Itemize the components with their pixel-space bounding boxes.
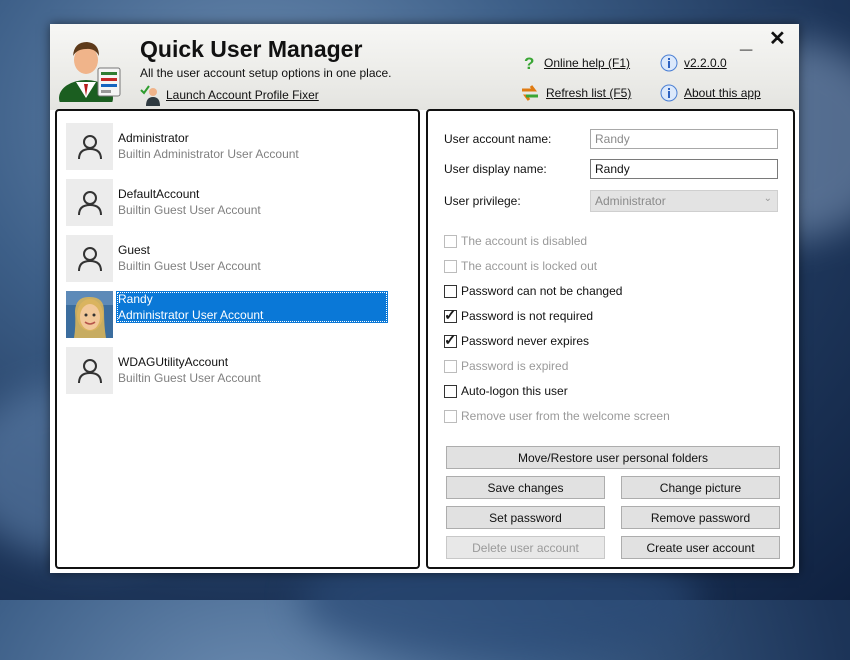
- chevron-down-icon: ⌄: [763, 193, 772, 204]
- online-help-label[interactable]: Online help (F1): [544, 56, 630, 70]
- avatar: [66, 347, 113, 394]
- user-name: Randy: [118, 292, 153, 306]
- user-list-item[interactable]: Administrator Builtin Administrator User…: [66, 123, 396, 173]
- user-outline-icon: [77, 358, 102, 383]
- launch-fixer-label[interactable]: Launch Account Profile Fixer: [166, 88, 319, 102]
- user-photo: [66, 291, 113, 338]
- checkbox-remove-from-welcome[interactable]: Remove user from the welcome screen: [444, 409, 670, 423]
- checkbox-auto-logon[interactable]: Auto-logon this user: [444, 384, 568, 398]
- change-picture-button[interactable]: Change picture: [621, 476, 780, 499]
- checkbox-label: Password is expired: [461, 359, 569, 373]
- app-window: Quick User Manager All the user account …: [50, 24, 799, 573]
- remove-password-button[interactable]: Remove password: [621, 506, 780, 529]
- svg-text:?: ?: [524, 54, 534, 72]
- close-button[interactable]: ✕: [769, 28, 786, 50]
- checkbox-box[interactable]: [444, 259, 457, 273]
- user-details-panel: User account name: User display name: Us…: [426, 109, 795, 569]
- checkbox-label: The account is disabled: [461, 234, 588, 248]
- minimize-button[interactable]: _: [740, 30, 752, 52]
- user-list-item[interactable]: WDAGUtilityAccount Builtin Guest User Ac…: [66, 347, 396, 397]
- profile-fixer-icon: [140, 85, 160, 106]
- user-name: WDAGUtilityAccount: [118, 355, 229, 369]
- app-logo-icon: [59, 42, 121, 102]
- user-description: Builtin Guest User Account: [118, 203, 261, 217]
- checkbox-label: The account is locked out: [461, 259, 598, 273]
- user-list-item[interactable]: DefaultAccount Builtin Guest User Accoun…: [66, 179, 396, 229]
- user-name: DefaultAccount: [118, 187, 200, 201]
- app-header: Quick User Manager All the user account …: [50, 24, 799, 110]
- launch-fixer-link[interactable]: Launch Account Profile Fixer: [140, 84, 319, 106]
- checkbox-box[interactable]: [444, 384, 457, 398]
- checkbox-box[interactable]: [444, 284, 457, 298]
- info-icon: [660, 84, 678, 102]
- avatar: [66, 235, 113, 282]
- checkbox-box[interactable]: [444, 234, 457, 248]
- refresh-list-label[interactable]: Refresh list (F5): [546, 86, 631, 100]
- app-title: Quick User Manager: [140, 36, 363, 62]
- checkmark-icon: ✓: [444, 306, 457, 324]
- user-description: Builtin Guest User Account: [118, 371, 261, 385]
- version-link[interactable]: v2.2.0.0: [660, 54, 727, 72]
- checkbox-box[interactable]: ✓: [444, 307, 457, 324]
- avatar: [66, 291, 113, 338]
- refresh-icon: [522, 85, 538, 101]
- privilege-label: User privilege:: [444, 194, 521, 208]
- user-outline-icon: [77, 190, 102, 215]
- user-description: Builtin Guest User Account: [118, 259, 261, 273]
- delete-user-button[interactable]: Delete user account: [446, 536, 605, 559]
- online-help-link[interactable]: ? Online help (F1): [522, 54, 630, 72]
- about-link[interactable]: About this app: [660, 84, 761, 102]
- checkbox-label: Password is not required: [461, 309, 594, 323]
- avatar: [66, 179, 113, 226]
- checkbox-password-cannot-change[interactable]: Password can not be changed: [444, 284, 622, 298]
- checkbox-box[interactable]: [444, 409, 457, 423]
- checkbox-label: Password can not be changed: [461, 284, 623, 298]
- checkbox-account-locked[interactable]: The account is locked out: [444, 259, 597, 273]
- account-name-label: User account name:: [444, 132, 552, 146]
- user-name: Administrator: [118, 131, 189, 145]
- privilege-value: Administrator: [595, 194, 666, 208]
- checkbox-password-not-required[interactable]: ✓ Password is not required: [444, 307, 594, 324]
- checkbox-label: Remove user from the welcome screen: [461, 409, 670, 423]
- checkmark-icon: ✓: [444, 331, 457, 349]
- user-outline-icon: [77, 134, 102, 159]
- save-changes-button[interactable]: Save changes: [446, 476, 605, 499]
- move-restore-folders-button[interactable]: Move/Restore user personal folders: [446, 446, 780, 469]
- version-label[interactable]: v2.2.0.0: [684, 56, 727, 70]
- user-description: Administrator User Account: [118, 308, 264, 322]
- refresh-list-link[interactable]: Refresh list (F5): [520, 84, 631, 102]
- user-list-item-selected[interactable]: Randy Administrator User Account: [66, 291, 396, 341]
- checkbox-box[interactable]: ✓: [444, 332, 457, 349]
- display-name-field[interactable]: [590, 159, 778, 179]
- user-outline-icon: [77, 246, 102, 271]
- create-user-button[interactable]: Create user account: [621, 536, 780, 559]
- privilege-select[interactable]: Administrator ⌄: [590, 190, 778, 212]
- app-subtitle: All the user account setup options in on…: [140, 66, 392, 80]
- question-icon: ?: [524, 54, 534, 72]
- checkbox-account-disabled[interactable]: The account is disabled: [444, 234, 587, 248]
- checkbox-label: Auto-logon this user: [461, 384, 568, 398]
- account-name-field[interactable]: [590, 129, 778, 149]
- user-list-item[interactable]: Guest Builtin Guest User Account: [66, 235, 396, 285]
- checkbox-label: Password never expires: [461, 334, 590, 348]
- user-list-panel: Administrator Builtin Administrator User…: [55, 109, 420, 569]
- set-password-button[interactable]: Set password: [446, 506, 605, 529]
- user-name: Guest: [118, 243, 151, 257]
- display-name-label: User display name:: [444, 162, 547, 176]
- checkbox-password-expired[interactable]: Password is expired: [444, 359, 568, 373]
- checkbox-box[interactable]: [444, 359, 457, 373]
- user-description: Builtin Administrator User Account: [118, 147, 299, 161]
- avatar: [66, 123, 113, 170]
- about-label[interactable]: About this app: [684, 86, 761, 100]
- info-icon: [660, 54, 678, 72]
- checkbox-password-never-expires[interactable]: ✓ Password never expires: [444, 332, 590, 349]
